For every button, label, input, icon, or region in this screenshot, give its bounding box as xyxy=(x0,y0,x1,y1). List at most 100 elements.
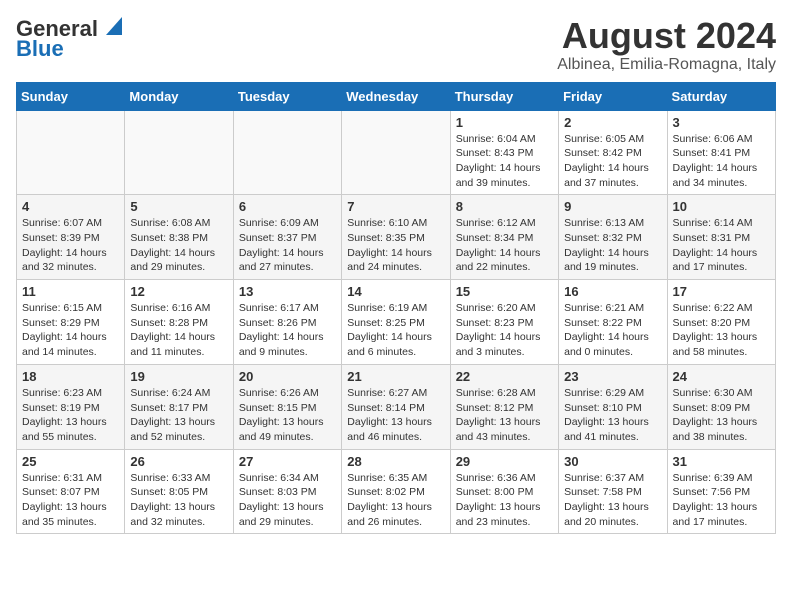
day-number: 19 xyxy=(130,369,227,384)
day-number: 5 xyxy=(130,199,227,214)
calendar-day-cell: 19 Sunrise: 6:24 AMSunset: 8:17 PMDayligh… xyxy=(125,364,233,449)
day-info: Sunrise: 6:35 AMSunset: 8:02 PMDaylight:… xyxy=(347,471,444,530)
weekday-header-friday: Friday xyxy=(559,82,667,110)
calendar-day-cell: 15 Sunrise: 6:20 AMSunset: 8:23 PMDayligh… xyxy=(450,280,558,365)
day-number: 16 xyxy=(564,284,661,299)
day-number: 8 xyxy=(456,199,553,214)
day-info: Sunrise: 6:27 AMSunset: 8:14 PMDaylight:… xyxy=(347,386,444,445)
day-info: Sunrise: 6:07 AMSunset: 8:39 PMDaylight:… xyxy=(22,216,119,275)
day-info: Sunrise: 6:05 AMSunset: 8:42 PMDaylight:… xyxy=(564,132,661,191)
calendar-day-cell: 13Sunrise: 6:17 AMSunset: 8:26 PMDayligh… xyxy=(233,280,341,365)
day-number: 18 xyxy=(22,369,119,384)
day-info: Sunrise: 6:17 AMSunset: 8:26 PMDaylight:… xyxy=(239,301,336,360)
day-info: Sunrise: 6:16 AMSunset: 8:28 PMDaylight:… xyxy=(130,301,227,360)
weekday-header-monday: Monday xyxy=(125,82,233,110)
calendar-day-cell xyxy=(233,110,341,195)
day-number: 25 xyxy=(22,454,119,469)
calendar-day-cell xyxy=(17,110,125,195)
calendar-day-cell: 27Sunrise: 6:34 AMSunset: 8:03 PMDayligh… xyxy=(233,449,341,534)
day-info: Sunrise: 6:24 AMSunset: 8:17 PMDaylight:… xyxy=(130,386,227,445)
day-number: 17 xyxy=(673,284,770,299)
day-number: 9 xyxy=(564,199,661,214)
day-number: 3 xyxy=(673,115,770,130)
day-number: 22 xyxy=(456,369,553,384)
day-number: 6 xyxy=(239,199,336,214)
weekday-header-tuesday: Tuesday xyxy=(233,82,341,110)
day-number: 29 xyxy=(456,454,553,469)
calendar-day-cell: 18Sunrise: 6:23 AMSunset: 8:19 PMDayligh… xyxy=(17,364,125,449)
weekday-header-thursday: Thursday xyxy=(450,82,558,110)
day-info: Sunrise: 6:28 AMSunset: 8:12 PMDaylight:… xyxy=(456,386,553,445)
calendar-day-cell: 4 Sunrise: 6:07 AMSunset: 8:39 PMDaylight… xyxy=(17,195,125,280)
calendar-day-cell: 6Sunrise: 6:09 AMSunset: 8:37 PMDaylight… xyxy=(233,195,341,280)
day-number: 23 xyxy=(564,369,661,384)
calendar-day-cell: 28 Sunrise: 6:35 AMSunset: 8:02 PMDayligh… xyxy=(342,449,450,534)
day-info: Sunrise: 6:15 AMSunset: 8:29 PMDaylight:… xyxy=(22,301,119,360)
calendar-day-cell: 22 Sunrise: 6:28 AMSunset: 8:12 PMDayligh… xyxy=(450,364,558,449)
calendar-week-row: 4 Sunrise: 6:07 AMSunset: 8:39 PMDaylight… xyxy=(17,195,776,280)
header: General Blue August 2024 Albinea, Emilia… xyxy=(16,16,776,74)
calendar-day-cell: 30Sunrise: 6:37 AMSunset: 7:58 PMDayligh… xyxy=(559,449,667,534)
day-info: Sunrise: 6:29 AMSunset: 8:10 PMDaylight:… xyxy=(564,386,661,445)
day-number: 20 xyxy=(239,369,336,384)
day-info: Sunrise: 6:20 AMSunset: 8:23 PMDaylight:… xyxy=(456,301,553,360)
day-number: 7 xyxy=(347,199,444,214)
day-number: 14 xyxy=(347,284,444,299)
month-year-title: August 2024 xyxy=(557,16,776,56)
calendar-week-row: 18Sunrise: 6:23 AMSunset: 8:19 PMDayligh… xyxy=(17,364,776,449)
calendar-day-cell: 7 Sunrise: 6:10 AMSunset: 8:35 PMDaylight… xyxy=(342,195,450,280)
day-info: Sunrise: 6:04 AMSunset: 8:43 PMDaylight:… xyxy=(456,132,553,191)
day-number: 1 xyxy=(456,115,553,130)
weekday-header-sunday: Sunday xyxy=(17,82,125,110)
calendar-day-cell xyxy=(125,110,233,195)
calendar-day-cell: 1 Sunrise: 6:04 AMSunset: 8:43 PMDaylight… xyxy=(450,110,558,195)
day-info: Sunrise: 6:19 AMSunset: 8:25 PMDaylight:… xyxy=(347,301,444,360)
calendar-day-cell: 23 Sunrise: 6:29 AMSunset: 8:10 PMDayligh… xyxy=(559,364,667,449)
location-subtitle: Albinea, Emilia-Romagna, Italy xyxy=(557,56,776,74)
day-info: Sunrise: 6:13 AMSunset: 8:32 PMDaylight:… xyxy=(564,216,661,275)
calendar-day-cell: 29Sunrise: 6:36 AMSunset: 8:00 PMDayligh… xyxy=(450,449,558,534)
title-section: August 2024 Albinea, Emilia-Romagna, Ita… xyxy=(557,16,776,74)
day-info: Sunrise: 6:06 AMSunset: 8:41 PMDaylight:… xyxy=(673,132,770,191)
day-number: 15 xyxy=(456,284,553,299)
day-info: Sunrise: 6:33 AMSunset: 8:05 PMDaylight:… xyxy=(130,471,227,530)
day-info: Sunrise: 6:22 AMSunset: 8:20 PMDaylight:… xyxy=(673,301,770,360)
day-info: Sunrise: 6:10 AMSunset: 8:35 PMDaylight:… xyxy=(347,216,444,275)
calendar-day-cell: 2 Sunrise: 6:05 AMSunset: 8:42 PMDaylight… xyxy=(559,110,667,195)
day-number: 27 xyxy=(239,454,336,469)
day-info: Sunrise: 6:31 AMSunset: 8:07 PMDaylight:… xyxy=(22,471,119,530)
day-number: 26 xyxy=(130,454,227,469)
day-number: 28 xyxy=(347,454,444,469)
calendar-day-cell: 11 Sunrise: 6:15 AMSunset: 8:29 PMDayligh… xyxy=(17,280,125,365)
day-number: 2 xyxy=(564,115,661,130)
calendar-day-cell: 17 Sunrise: 6:22 AMSunset: 8:20 PMDayligh… xyxy=(667,280,775,365)
calendar-day-cell: 10Sunrise: 6:14 AMSunset: 8:31 PMDayligh… xyxy=(667,195,775,280)
calendar-day-cell xyxy=(342,110,450,195)
day-number: 21 xyxy=(347,369,444,384)
day-number: 24 xyxy=(673,369,770,384)
logo-icon xyxy=(102,17,122,35)
day-number: 12 xyxy=(130,284,227,299)
calendar-day-cell: 26 Sunrise: 6:33 AMSunset: 8:05 PMDayligh… xyxy=(125,449,233,534)
day-info: Sunrise: 6:37 AMSunset: 7:58 PMDaylight:… xyxy=(564,471,661,530)
logo-blue: Blue xyxy=(16,36,64,62)
calendar-day-cell: 5Sunrise: 6:08 AMSunset: 8:38 PMDaylight… xyxy=(125,195,233,280)
day-info: Sunrise: 6:21 AMSunset: 8:22 PMDaylight:… xyxy=(564,301,661,360)
calendar-day-cell: 8 Sunrise: 6:12 AMSunset: 8:34 PMDaylight… xyxy=(450,195,558,280)
day-info: Sunrise: 6:30 AMSunset: 8:09 PMDaylight:… xyxy=(673,386,770,445)
day-number: 4 xyxy=(22,199,119,214)
day-info: Sunrise: 6:26 AMSunset: 8:15 PMDaylight:… xyxy=(239,386,336,445)
calendar-day-cell: 31Sunrise: 6:39 AMSunset: 7:56 PMDayligh… xyxy=(667,449,775,534)
calendar-day-cell: 25 Sunrise: 6:31 AMSunset: 8:07 PMDayligh… xyxy=(17,449,125,534)
calendar-day-cell: 24 Sunrise: 6:30 AMSunset: 8:09 PMDayligh… xyxy=(667,364,775,449)
day-info: Sunrise: 6:12 AMSunset: 8:34 PMDaylight:… xyxy=(456,216,553,275)
calendar-week-row: 11 Sunrise: 6:15 AMSunset: 8:29 PMDayligh… xyxy=(17,280,776,365)
day-info: Sunrise: 6:14 AMSunset: 8:31 PMDaylight:… xyxy=(673,216,770,275)
day-number: 11 xyxy=(22,284,119,299)
calendar-day-cell: 20 Sunrise: 6:26 AMSunset: 8:15 PMDayligh… xyxy=(233,364,341,449)
calendar-day-cell: 21 Sunrise: 6:27 AMSunset: 8:14 PMDayligh… xyxy=(342,364,450,449)
calendar-day-cell: 12 Sunrise: 6:16 AMSunset: 8:28 PMDayligh… xyxy=(125,280,233,365)
weekday-header-wednesday: Wednesday xyxy=(342,82,450,110)
calendar-day-cell: 14 Sunrise: 6:19 AMSunset: 8:25 PMDayligh… xyxy=(342,280,450,365)
calendar-week-row: 1 Sunrise: 6:04 AMSunset: 8:43 PMDaylight… xyxy=(17,110,776,195)
